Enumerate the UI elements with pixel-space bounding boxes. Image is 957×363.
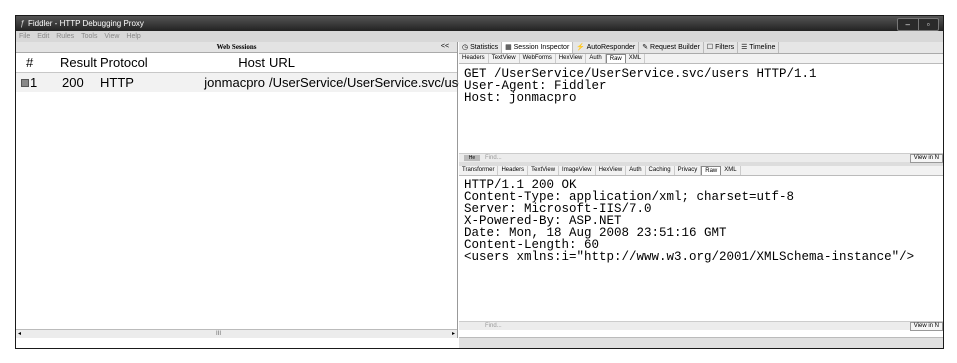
inspector-panel: ◷ Statistics ▦ Session Inspector ⚡ AutoR… bbox=[459, 42, 943, 348]
scroll-right-icon[interactable]: ▸ bbox=[452, 330, 455, 338]
request-raw-text[interactable]: GET /UserService/UserService.svc/users H… bbox=[459, 64, 943, 153]
tab-statistics-label: Statistics bbox=[470, 44, 499, 51]
filter-checkbox-icon: ☐ bbox=[706, 44, 716, 51]
window-controls: – ▫ bbox=[897, 18, 939, 31]
status-bar bbox=[459, 337, 943, 348]
session-url: /UserService/UserService.svc/users bbox=[269, 75, 477, 90]
collapse-button[interactable]: << bbox=[437, 42, 453, 52]
req-tab-textview[interactable]: TextView bbox=[489, 54, 520, 63]
resp-tab-textview[interactable]: TextView bbox=[528, 166, 560, 175]
sessions-column-header: # Result Protocol Host URL bbox=[16, 53, 457, 73]
request-view-in-button[interactable]: View in N bbox=[909, 154, 943, 163]
session-result: 200 bbox=[62, 75, 84, 90]
req-tab-hexview[interactable]: HexView bbox=[556, 54, 587, 63]
resp-tab-hexview[interactable]: HexView bbox=[596, 166, 627, 175]
session-icon bbox=[21, 79, 29, 87]
response-view-in-button[interactable]: View in N bbox=[909, 322, 943, 331]
tab-request-builder[interactable]: ✎ Request Builder bbox=[639, 42, 704, 53]
response-find-input[interactable]: Find... bbox=[485, 322, 502, 330]
inspector-icon: ▦ bbox=[505, 44, 514, 51]
tab-filters-label: Filters bbox=[715, 44, 735, 51]
resp-tab-headers[interactable]: Headers bbox=[498, 166, 529, 175]
req-tab-auth[interactable]: Auth bbox=[586, 54, 606, 63]
menu-help[interactable]: Help bbox=[126, 33, 140, 40]
resp-tab-caching[interactable]: Caching bbox=[646, 166, 675, 175]
hex-toggle[interactable]: He bbox=[464, 155, 480, 161]
session-protocol: HTTP bbox=[100, 75, 134, 90]
fiddler-logo-icon: ƒ bbox=[20, 19, 25, 28]
column-num[interactable]: # bbox=[26, 53, 33, 72]
horizontal-scrollbar[interactable]: ◂ III ▸ bbox=[16, 329, 457, 338]
fiddler-window: ƒ Fiddler - HTTP Debugging Proxy – ▫ Fil… bbox=[15, 15, 944, 349]
tab-timeline-label: Timeline bbox=[749, 44, 776, 51]
tab-session-inspector[interactable]: ▦ Session Inspector bbox=[502, 42, 574, 53]
resp-tab-imageview[interactable]: ImageView bbox=[559, 166, 596, 175]
session-row[interactable]: 1 200 HTTP jonmacpro /UserService/UserSe… bbox=[16, 73, 476, 92]
resp-tab-auth[interactable]: Auth bbox=[626, 166, 646, 175]
menu-rules[interactable]: Rules bbox=[56, 33, 74, 40]
session-num: 1 bbox=[30, 75, 38, 90]
menu-tools[interactable]: Tools bbox=[81, 33, 97, 40]
title-bar: ƒ Fiddler - HTTP Debugging Proxy – ▫ bbox=[16, 16, 943, 31]
scroll-left-icon[interactable]: ◂ bbox=[18, 330, 21, 338]
menu-bar: File Edit Rules Tools View Help bbox=[16, 31, 943, 42]
window-title: Fiddler - HTTP Debugging Proxy bbox=[28, 19, 144, 28]
tab-filters[interactable]: ☐ Filters bbox=[704, 42, 739, 53]
session-host: jonmacpro bbox=[204, 75, 265, 90]
menu-file[interactable]: File bbox=[19, 33, 30, 40]
response-find-bar: Find... View in N bbox=[459, 321, 943, 331]
tab-autoresponder-label: AutoResponder bbox=[586, 44, 636, 51]
column-result[interactable]: Result bbox=[60, 53, 97, 72]
response-subtabs: Transformer Headers TextView ImageView H… bbox=[459, 166, 943, 176]
tab-autoresponder[interactable]: ⚡ AutoResponder bbox=[573, 42, 640, 53]
web-sessions-panel: Web Sessions << # Result Protocol Host U… bbox=[16, 42, 476, 338]
tab-statistics[interactable]: ◷ Statistics bbox=[459, 42, 503, 53]
request-find-input[interactable]: Find... bbox=[485, 154, 502, 162]
resp-tab-privacy[interactable]: Privacy bbox=[675, 166, 702, 175]
builder-icon: ✎ bbox=[642, 44, 651, 51]
req-tab-headers[interactable]: Headers bbox=[459, 54, 489, 63]
column-url[interactable]: URL bbox=[269, 53, 295, 72]
request-subtabs: Headers TextView WebForms HexView Auth R… bbox=[459, 54, 943, 64]
restore-button[interactable]: ▫ bbox=[917, 19, 939, 30]
response-line: <users xmlns:i="http://www.w3.org/2001/X… bbox=[464, 250, 915, 264]
minimize-button[interactable]: – bbox=[898, 19, 918, 30]
lightning-icon: ⚡ bbox=[576, 44, 587, 51]
req-tab-webforms[interactable]: WebForms bbox=[520, 54, 556, 63]
req-tab-xml[interactable]: XML bbox=[626, 54, 646, 63]
statistics-icon: ◷ bbox=[462, 44, 471, 51]
tab-request-builder-label: Request Builder bbox=[650, 44, 700, 51]
resp-tab-raw[interactable]: Raw bbox=[701, 166, 722, 175]
menu-edit[interactable]: Edit bbox=[37, 33, 49, 40]
column-host[interactable]: Host bbox=[238, 53, 265, 72]
inspector-tabs: ◷ Statistics ▦ Session Inspector ⚡ AutoR… bbox=[459, 42, 943, 54]
resp-tab-transformer[interactable]: Transformer bbox=[459, 166, 499, 175]
req-tab-raw[interactable]: Raw bbox=[605, 54, 626, 63]
column-protocol[interactable]: Protocol bbox=[100, 53, 148, 72]
response-raw-text[interactable]: HTTP/1.1 200 OK Content-Type: application… bbox=[459, 176, 943, 321]
scroll-thumb[interactable]: III bbox=[216, 330, 221, 338]
request-line: Host: jonmacpro bbox=[464, 91, 577, 105]
web-sessions-title: Web Sessions bbox=[216, 43, 257, 51]
resp-tab-xml[interactable]: XML bbox=[721, 166, 741, 175]
web-sessions-header: Web Sessions << bbox=[16, 42, 457, 53]
tab-session-inspector-label: Session Inspector bbox=[513, 44, 570, 51]
tab-timeline[interactable]: ☰ Timeline bbox=[738, 42, 780, 53]
request-find-bar: He Find... View in N bbox=[459, 153, 943, 163]
menu-view[interactable]: View bbox=[104, 33, 119, 40]
